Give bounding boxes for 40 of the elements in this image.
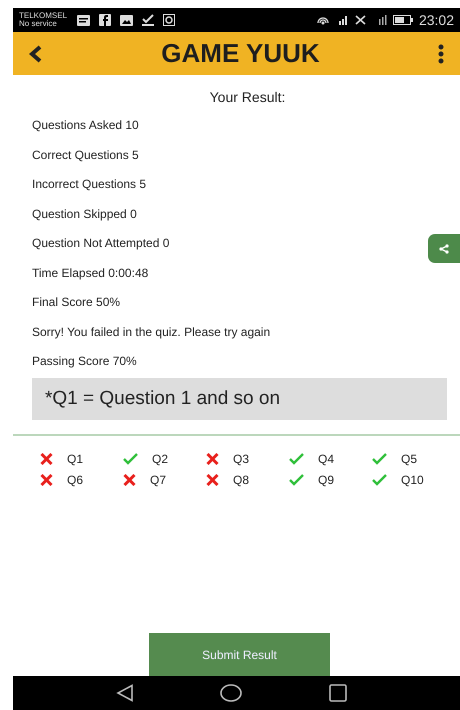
result-line: Time Elapsed 0:00:48	[32, 264, 148, 282]
hotspot-icon	[316, 15, 329, 25]
result-line: Correct Questions 5	[32, 146, 139, 164]
message-icon	[77, 14, 90, 26]
more-options-icon[interactable]	[438, 44, 444, 64]
battery-icon	[392, 15, 413, 25]
result-line: Question Not Attempted 0	[32, 235, 170, 252]
recent-apps-icon[interactable]	[328, 684, 347, 702]
app-title: GAME YUUK	[160, 38, 321, 69]
image-icon	[120, 14, 134, 26]
result-line: Final Score 50%	[32, 294, 120, 311]
result-heading: Your Result:	[208, 89, 286, 105]
back-nav-icon[interactable]	[116, 684, 134, 702]
note-banner: *Q1 = Question 1 and so on	[32, 378, 447, 420]
question-label: Q4	[318, 452, 334, 466]
result-line: Question Skipped 0	[32, 206, 137, 222]
home-icon[interactable]	[220, 684, 242, 702]
result-line: Incorrect Questions 5	[32, 176, 146, 193]
service-status: No service	[19, 20, 58, 28]
share-tab[interactable]	[428, 234, 460, 263]
question-label: Q3	[233, 452, 250, 466]
result-line: Questions Asked 10	[32, 117, 139, 134]
question-label: Q6	[67, 472, 84, 486]
share-icon	[439, 244, 449, 254]
question-label: Q10	[401, 472, 424, 486]
question-label: Q2	[152, 452, 168, 466]
submit-button[interactable]: Submit Result	[149, 633, 330, 676]
back-icon[interactable]	[27, 44, 43, 62]
result-line: Sorry! You failed in the quiz. Please try again	[32, 324, 270, 340]
carrier-name: TELKOMSEL	[19, 12, 68, 20]
question-label: Q9	[318, 472, 334, 486]
download-done-icon	[142, 14, 154, 26]
question-label: Q7	[150, 472, 166, 486]
result-line: Passing Score 70%	[32, 353, 137, 370]
screenshot-icon	[163, 14, 176, 26]
clock: 23:02	[418, 12, 454, 28]
question-label: Q5	[401, 452, 418, 466]
facebook-icon	[99, 14, 112, 26]
question-label: Q8	[233, 472, 250, 486]
question-label: Q1	[67, 452, 84, 466]
